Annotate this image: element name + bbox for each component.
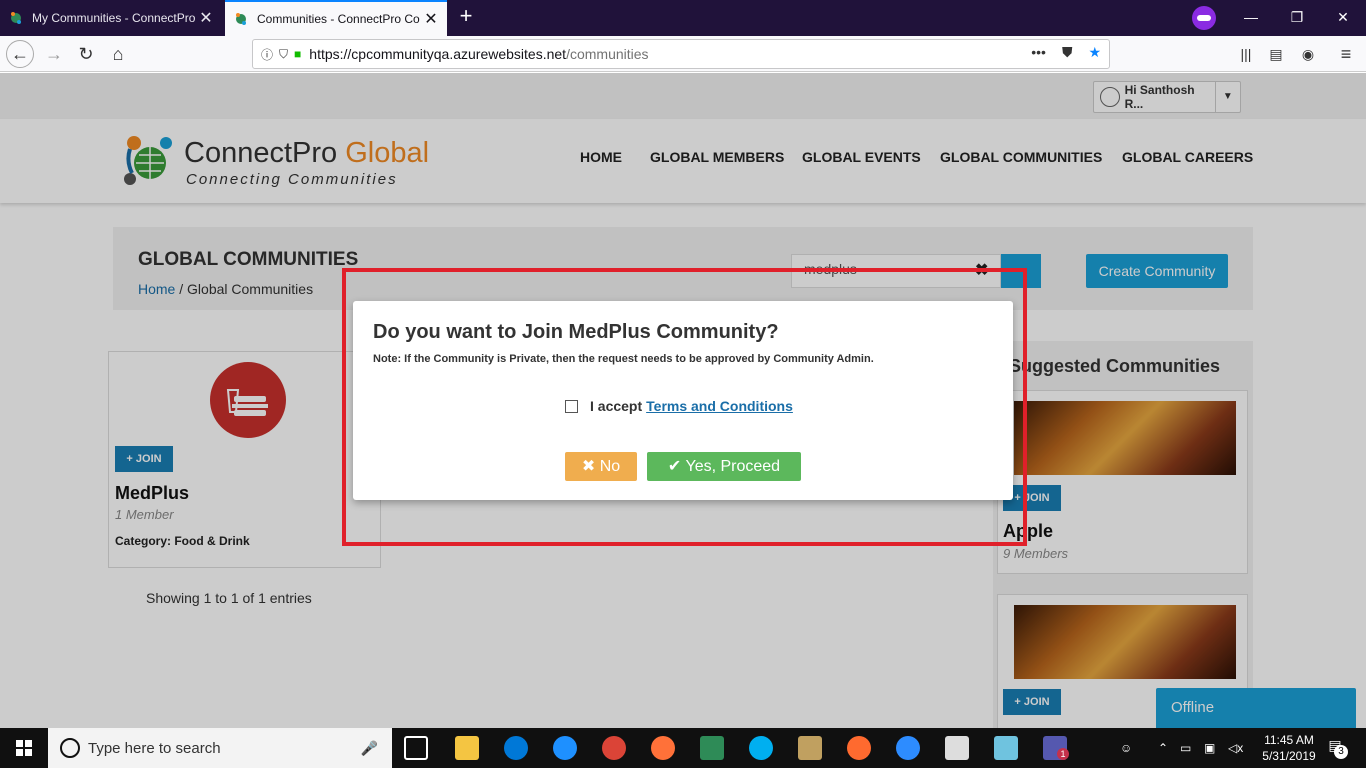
minimize-icon[interactable]: — [1228,0,1274,36]
close-tab-icon[interactable]: ✕ [423,9,439,29]
site-favicon-icon [8,10,24,26]
teams-icon[interactable]: 1 [1043,736,1069,760]
clock-date: 5/31/2019 [1262,749,1316,763]
home-icon[interactable]: ⌂ [104,40,132,68]
taskbar-search[interactable]: Type here to search 🎤 [48,728,392,768]
pocket-icon[interactable]: ⛊ [1062,44,1073,61]
app-icon[interactable] [994,736,1018,760]
library-icon[interactable]: ||| [1232,40,1260,68]
page-viewport: Hi Santhosh R... ▼ ConnectPro Global Con… [0,73,1366,728]
restore-icon[interactable]: ❐ [1274,0,1320,36]
menu-icon[interactable]: ≡ [1332,40,1360,68]
chrome-icon[interactable] [602,736,626,760]
sidebar-icon[interactable]: ▤ [1262,40,1290,68]
reload-icon[interactable]: ↻ [72,40,100,68]
account-icon[interactable]: ◉ [1294,40,1322,68]
close-window-icon[interactable]: ✕ [1320,0,1366,36]
taskbar-search-placeholder: Type here to search [88,739,221,757]
browser-tab-bar: My Communities - ConnectPro ✕ Communitie… [0,0,1366,36]
volume-icon[interactable]: ◁x [1228,728,1243,768]
network-icon[interactable]: ▣ [1204,728,1215,768]
info-icon[interactable]: ⓘ [261,46,273,63]
cortana-icon [60,738,80,758]
browser-tab-my-communities[interactable]: My Communities - ConnectPro ✕ [0,0,222,36]
project-app-icon[interactable] [700,736,724,760]
bookmark-star-icon[interactable]: ★ [1088,44,1101,61]
firefox-icon[interactable] [651,736,675,760]
lock-icon: ■ [294,47,302,61]
people-icon[interactable]: ☺ [1120,728,1132,768]
system-clock[interactable]: 11:45 AM 5/31/2019 [1254,732,1324,764]
skype-icon[interactable] [749,736,773,760]
url-host: https://cpcommunityqa.azurewebsites.net [309,46,567,62]
new-tab-icon[interactable]: + [454,4,478,28]
task-view-icon[interactable] [404,736,428,760]
page-actions-icon[interactable]: ••• [1031,44,1046,61]
clock-time: 11:45 AM [1264,733,1314,747]
edge-icon[interactable] [504,736,528,760]
back-icon[interactable]: ← [6,40,34,68]
notification-badge: 3 [1334,745,1348,759]
tab-title: Communities - ConnectPro Co [257,12,420,26]
file-explorer-icon[interactable] [455,736,479,760]
browser-nav-bar: ← → ↻ ⌂ ⓘ ⛉ ■ https://cpcommunityqa.azur… [0,36,1366,72]
internet-explorer-icon[interactable] [553,736,577,760]
address-bar[interactable]: ⓘ ⛉ ■ https://cpcommunityqa.azurewebsite… [252,39,1110,69]
url-path: /communities [566,46,649,62]
paint-icon[interactable] [798,736,822,760]
snipping-tool-icon[interactable] [945,736,969,760]
highlight-annotation-box [342,268,1027,546]
microphone-icon[interactable]: 🎤 [361,740,378,757]
browser-tab-communities[interactable]: Communities - ConnectPro Co ✕ [225,0,447,36]
private-browsing-icon [1192,6,1216,30]
zoom-icon[interactable] [896,736,920,760]
battery-icon[interactable]: ▭ [1180,728,1191,768]
app-icon[interactable] [847,736,871,760]
start-button[interactable] [0,728,48,768]
teams-badge: 1 [1057,748,1069,760]
forward-icon[interactable]: → [40,40,68,68]
tab-title: My Communities - ConnectPro [32,11,196,25]
tray-overflow-icon[interactable]: ⌃ [1158,728,1168,768]
shield-icon[interactable]: ⛉ [279,47,288,62]
site-favicon-icon [233,11,249,27]
action-center-icon[interactable]: ▤ 3 [1324,737,1348,759]
windows-taskbar: Type here to search 🎤 1 ☺ ⌃ ▭ ▣ ◁x 11:45… [0,728,1366,768]
windows-logo-icon [16,740,32,756]
close-tab-icon[interactable]: ✕ [198,8,214,28]
